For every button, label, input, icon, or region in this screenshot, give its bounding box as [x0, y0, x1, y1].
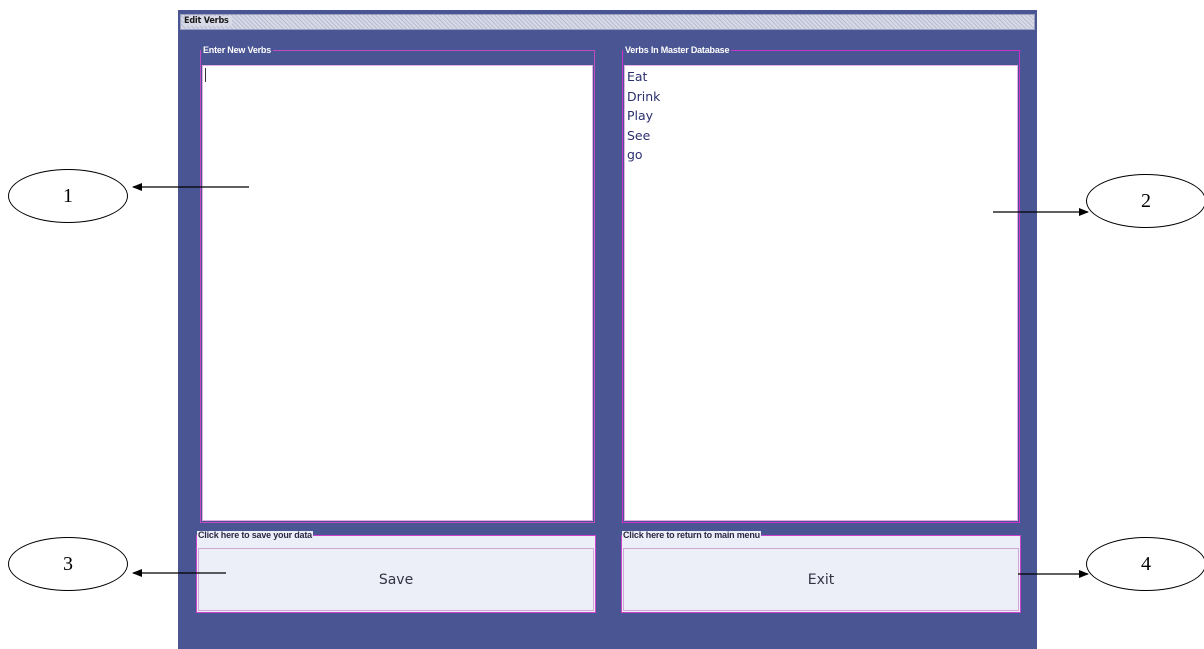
exit-button[interactable]: Exit	[623, 548, 1019, 611]
callout-1: 1	[8, 169, 128, 223]
title-bar[interactable]: Edit Verbs	[180, 14, 1035, 30]
window-title: Edit Verbs	[184, 16, 232, 26]
verb-list-item[interactable]: Play	[627, 106, 1017, 126]
new-verbs-panel: Enter New Verbs	[200, 46, 595, 523]
new-verbs-input[interactable]	[202, 65, 593, 521]
callout-3: 3	[8, 537, 128, 591]
verb-list-item[interactable]: See	[627, 126, 1017, 146]
save-button[interactable]: Save	[198, 548, 594, 611]
verb-list: Eat Drink Play See go	[625, 66, 1017, 165]
master-verbs-list-area[interactable]: Eat Drink Play See go	[624, 65, 1018, 521]
exit-section: Click here to return to main menu Exit	[621, 531, 1021, 613]
callout-4: 4	[1086, 537, 1204, 591]
save-section: Click here to save your data Save	[196, 531, 596, 613]
callout-2: 2	[1086, 174, 1204, 228]
text-caret	[205, 68, 206, 82]
exit-section-legend: Click here to return to main menu	[622, 530, 761, 540]
master-verbs-panel: Verbs In Master Database Eat Drink Play …	[622, 46, 1020, 523]
verb-list-item[interactable]: Eat	[627, 67, 1017, 87]
verb-list-item[interactable]: Drink	[627, 87, 1017, 107]
verb-list-item[interactable]: go	[627, 145, 1017, 165]
new-verbs-legend: Enter New Verbs	[203, 45, 272, 55]
master-verbs-legend: Verbs In Master Database	[625, 45, 730, 55]
save-section-legend: Click here to save your data	[197, 530, 313, 540]
